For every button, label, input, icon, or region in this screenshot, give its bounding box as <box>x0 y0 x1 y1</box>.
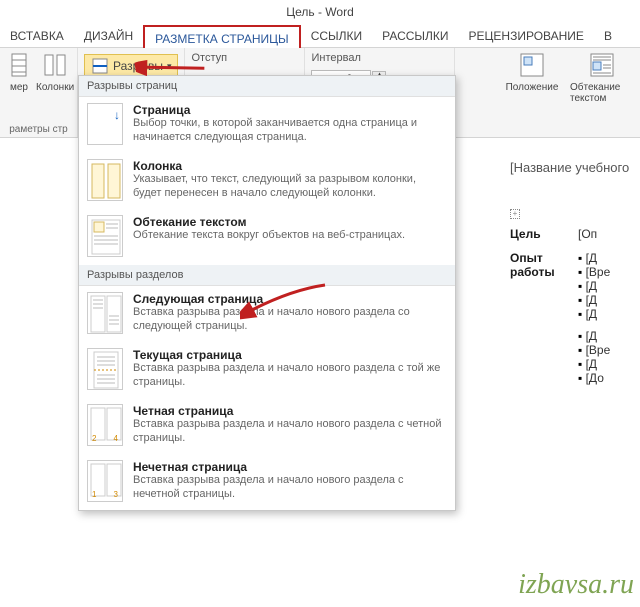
caret-down-icon: ▾ <box>167 61 172 72</box>
breaks-menu: Разрывы страниц ↓ СтраницаВыбор точки, в… <box>78 75 456 511</box>
next-page-thumb-icon <box>87 292 123 334</box>
breaks-icon <box>91 57 109 75</box>
page-size-icon <box>6 52 32 78</box>
doc-experience-label: Опыт работы <box>510 251 578 279</box>
tab-page-layout[interactable]: РАЗМЕТКА СТРАНИЦЫ <box>143 25 301 48</box>
columns-icon <box>42 52 68 78</box>
position-icon <box>519 52 545 78</box>
watermark-text: izbavsa.ru <box>518 569 634 601</box>
indent-label: Отступ <box>191 52 298 64</box>
page-break-thumb-icon: ↓ <box>87 103 123 145</box>
tab-design[interactable]: ДИЗАЙН <box>74 24 143 47</box>
wrap-text-button[interactable]: Обтекание текстом <box>570 52 634 135</box>
odd-page-thumb-icon: 13 <box>87 460 123 502</box>
tab-review[interactable]: РЕЦЕНЗИРОВАНИЕ <box>459 24 594 47</box>
menu-item-column[interactable]: КолонкаУказывает, что текст, следующий з… <box>79 153 455 209</box>
menu-item-odd-page[interactable]: 13 Нечетная страницаВставка разрыва разд… <box>79 454 455 510</box>
column-break-thumb-icon <box>87 159 123 201</box>
menu-section-page-breaks: Разрывы страниц <box>79 76 455 97</box>
even-page-thumb-icon: 24 <box>87 404 123 446</box>
size-button[interactable]: мер <box>6 52 32 93</box>
columns-button[interactable]: Колонки <box>36 52 74 93</box>
tab-more[interactable]: В <box>594 24 622 47</box>
doc-institution-placeholder[interactable]: [Название учебного <box>510 160 640 175</box>
menu-item-next-page[interactable]: Следующая страницаВставка разрыва раздел… <box>79 286 455 342</box>
menu-item-text-wrapping[interactable]: Обтекание текстомОбтекание текста вокруг… <box>79 209 455 265</box>
interval-label: Интервал <box>311 52 448 64</box>
tab-mailings[interactable]: РАССЫЛКИ <box>372 24 458 47</box>
ribbon-tabs: ВСТАВКА ДИЗАЙН РАЗМЕТКА СТРАНИЦЫ ССЫЛКИ … <box>0 24 640 48</box>
tab-insert[interactable]: ВСТАВКА <box>0 24 74 47</box>
window-title: Цель - Word <box>0 0 640 24</box>
document-area: [Название учебного + Цель [Оп Опыт работ… <box>510 140 640 607</box>
group-label-page-setup: раметры стр <box>6 124 71 135</box>
menu-item-even-page[interactable]: 24 Четная страницаВставка разрыва раздел… <box>79 398 455 454</box>
doc-goal-value[interactable]: [Оп <box>578 227 597 241</box>
doc-goal-label: Цель <box>510 227 578 241</box>
position-button[interactable]: Положение <box>500 52 564 135</box>
doc-experience-values[interactable]: [Д [Вре [Д [Д [Д [Д [Вре [Д [До <box>578 251 610 385</box>
menu-item-page[interactable]: ↓ СтраницаВыбор точки, в которой заканчи… <box>79 97 455 153</box>
menu-section-section-breaks: Разрывы разделов <box>79 265 455 286</box>
continuous-thumb-icon <box>87 348 123 390</box>
tab-references[interactable]: ССЫЛКИ <box>301 24 372 47</box>
wrap-break-thumb-icon <box>87 215 123 257</box>
anchor-icon[interactable]: + <box>510 209 520 219</box>
menu-item-continuous[interactable]: Текущая страницаВставка разрыва раздела … <box>79 342 455 398</box>
wrap-text-icon <box>589 52 615 78</box>
